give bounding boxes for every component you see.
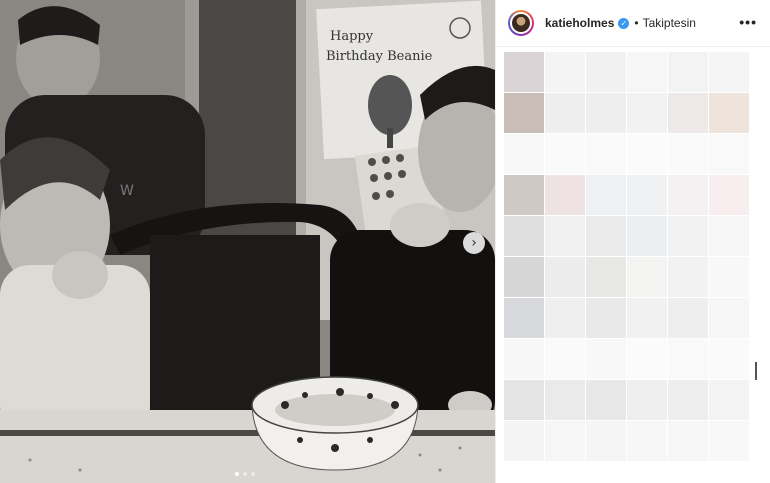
carousel-dot [251,472,255,476]
blurred-pixel [668,175,708,215]
blurred-pixel [668,298,708,338]
blurred-pixel [504,421,544,461]
blurred-pixel [668,52,708,92]
more-options-icon[interactable]: ••• [739,15,757,29]
post-side-panel: katieholmes ✓ • Takiptesin ••• [495,0,770,483]
blurred-pixel [627,134,667,174]
blurred-pixel [504,93,544,133]
blurred-pixel [709,134,749,174]
blurred-pixel [668,257,708,297]
blurred-pixel [504,257,544,297]
blurred-pixel [668,134,708,174]
blurred-pixel [545,52,585,92]
blurred-pixel [668,421,708,461]
avatar-image [510,12,532,34]
blurred-pixel [504,52,544,92]
blurred-pixel [586,421,626,461]
blurred-pixel [545,216,585,256]
blurred-pixel [545,175,585,215]
header-separator: • [634,16,639,30]
avatar[interactable] [508,10,534,36]
chevron-right-icon: › [471,235,477,251]
blurred-pixel [709,216,749,256]
blurred-pixel [668,339,708,379]
blurred-pixel [709,52,749,92]
blurred-pixel [627,52,667,92]
blurred-pixel [545,421,585,461]
carousel-next-button[interactable]: › [463,232,485,254]
blurred-pixel [504,298,544,338]
blurred-pixel [586,298,626,338]
blurred-pixel [668,93,708,133]
blurred-pixel [709,421,749,461]
blurred-pixel [709,257,749,297]
blurred-pixel [668,380,708,420]
blurred-pixel [627,216,667,256]
blurred-pixel [627,175,667,215]
blurred-pixel [586,216,626,256]
blurred-pixel [709,339,749,379]
username-link[interactable]: katieholmes [545,16,614,30]
blurred-pixel [504,216,544,256]
blurred-pixel [545,93,585,133]
blurred-pixel [504,339,544,379]
drawing-caption-line1: Happy [330,29,374,44]
carousel-dot [243,472,247,476]
carousel-dot [235,472,239,476]
carousel-indicator [235,472,255,476]
blurred-pixel [627,298,667,338]
blurred-pixel [627,257,667,297]
blurred-pixel [709,175,749,215]
blurred-pixel [545,298,585,338]
blurred-pixel [709,93,749,133]
blurred-pixel [627,421,667,461]
blurred-pixel [668,216,708,256]
svg-text:W: W [120,183,134,199]
blurred-pixel [627,93,667,133]
blurred-pixel [586,52,626,92]
blurred-pixel [504,134,544,174]
blurred-pixel [586,380,626,420]
blurred-pixel [545,134,585,174]
blurred-pixel [545,257,585,297]
blurred-pixel [586,93,626,133]
blurred-pixel [709,380,749,420]
post-header: katieholmes ✓ • Takiptesin ••• [496,0,770,46]
blurred-pixel [545,380,585,420]
blurred-pixel [709,298,749,338]
blurred-pixel [586,134,626,174]
blurred-pixel [586,175,626,215]
blurred-pixel [627,339,667,379]
header-divider [496,46,770,47]
blurred-pixel [586,339,626,379]
scrollbar-thumb[interactable] [755,362,757,380]
drawing-caption-line2: Birthday Beanie [326,49,433,64]
photo-image: Happy Birthday Beanie W [0,0,495,483]
blurred-pixel [627,380,667,420]
blurred-pixel [504,175,544,215]
post-photo[interactable]: Happy Birthday Beanie W › [0,0,495,483]
blurred-pixel [504,380,544,420]
blurred-pixel [545,339,585,379]
follow-status-button[interactable]: Takiptesin [643,16,696,30]
blurred-pixel [586,257,626,297]
verified-badge-icon: ✓ [618,17,630,29]
